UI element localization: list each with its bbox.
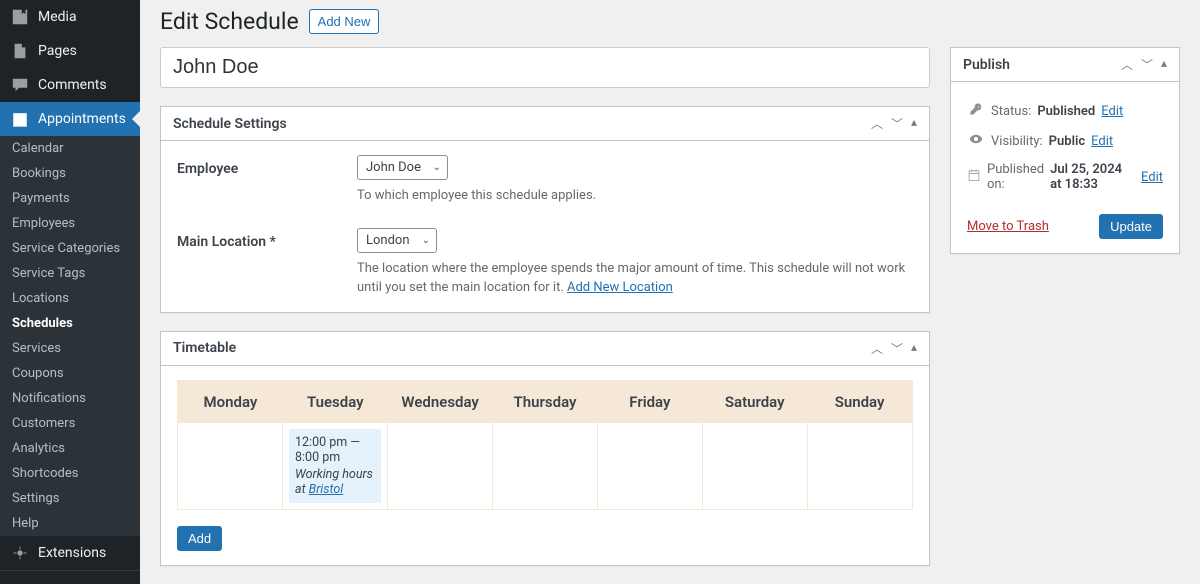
- comment-icon: [10, 75, 30, 95]
- move-up-icon[interactable]: ︿: [871, 340, 883, 357]
- main-content: Edit Schedule Add New Schedule Settings …: [140, 0, 1200, 584]
- move-up-icon[interactable]: ︿: [871, 115, 883, 132]
- add-timetable-button[interactable]: Add: [177, 526, 222, 551]
- main-location-desc: The location where the employee spends t…: [357, 259, 913, 298]
- sidebar-item-label: Media: [38, 9, 77, 25]
- sidebar-item-label: Pages: [38, 43, 77, 59]
- sidebar-sub-coupons[interactable]: Coupons: [0, 361, 140, 386]
- sidebar-item-label: Appointments: [38, 111, 126, 127]
- toggle-icon[interactable]: ▴: [911, 340, 917, 357]
- day-col-monday[interactable]: [178, 423, 282, 509]
- sidebar-item-label: Extensions: [38, 545, 106, 561]
- sidebar-sub-service-tags[interactable]: Service Tags: [0, 261, 140, 286]
- update-button[interactable]: Update: [1099, 214, 1163, 239]
- chevron-down-icon: ⌄: [422, 235, 430, 246]
- employee-label: Employee: [177, 155, 337, 177]
- edit-published-link[interactable]: Edit: [1141, 170, 1163, 185]
- day-col-sunday[interactable]: [807, 423, 912, 509]
- chevron-down-icon: ⌄: [433, 162, 441, 173]
- day-header: Sunday: [807, 381, 912, 423]
- schedule-settings-box: Schedule Settings ︿ ﹀ ▴ Employee John Do…: [160, 106, 930, 313]
- timetable-slot[interactable]: 12:00 pm — 8:00 pm Working hours at Bris…: [289, 429, 381, 503]
- toggle-icon[interactable]: ▴: [911, 115, 917, 132]
- slot-time: 12:00 pm — 8:00 pm: [295, 435, 375, 465]
- day-header: Wednesday: [388, 381, 493, 423]
- status-label: Status:: [991, 104, 1031, 119]
- sidebar-item-label: Comments: [38, 77, 107, 93]
- day-col-thursday[interactable]: [492, 423, 597, 509]
- publish-box: Publish ︿ ﹀ ▴ Status: Published Edi: [950, 47, 1180, 254]
- sidebar-sub-shortcodes[interactable]: Shortcodes: [0, 461, 140, 486]
- sidebar-sub-payments[interactable]: Payments: [0, 186, 140, 211]
- extension-icon: [10, 543, 30, 563]
- move-down-icon[interactable]: ﹀: [891, 115, 903, 132]
- box-title: Publish: [963, 57, 1010, 73]
- eye-icon: [967, 132, 985, 150]
- add-location-link[interactable]: Add New Location: [567, 280, 673, 295]
- day-header: Monday: [178, 381, 283, 423]
- main-location-label: Main Location *: [177, 228, 337, 250]
- page-icon: [10, 41, 30, 61]
- timetable-box: Timetable ︿ ﹀ ▴ Monday Tuesday Wednesday…: [160, 331, 930, 566]
- published-label: Published on:: [987, 162, 1044, 192]
- key-icon: [967, 102, 985, 120]
- sidebar-item-pages[interactable]: Pages: [0, 34, 140, 68]
- status-value: Published: [1037, 104, 1095, 119]
- admin-sidebar: Media Pages Comments Appointments Calend…: [0, 0, 140, 584]
- day-col-saturday[interactable]: [702, 423, 807, 509]
- visibility-label: Visibility:: [991, 134, 1043, 149]
- employee-desc: To which employee this schedule applies.: [357, 186, 913, 206]
- sidebar-sub-bookings[interactable]: Bookings: [0, 161, 140, 186]
- slot-location: Working hours at Bristol: [295, 467, 375, 497]
- sidebar-sub-help[interactable]: Help: [0, 511, 140, 536]
- add-new-button[interactable]: Add New: [309, 9, 380, 34]
- main-location-select[interactable]: London ⌄: [357, 228, 437, 253]
- slot-location-link[interactable]: Bristol: [309, 482, 344, 497]
- sidebar-sub-services[interactable]: Services: [0, 336, 140, 361]
- sidebar-sub-analytics[interactable]: Analytics: [0, 436, 140, 461]
- sidebar-item-extensions[interactable]: Extensions: [0, 536, 140, 570]
- timetable-table: Monday Tuesday Wednesday Thursday Friday…: [177, 380, 913, 510]
- move-down-icon[interactable]: ﹀: [1141, 56, 1153, 73]
- sidebar-item-media[interactable]: Media: [0, 0, 140, 34]
- day-col-friday[interactable]: [597, 423, 702, 509]
- visibility-value: Public: [1049, 134, 1085, 149]
- sidebar-sub-notifications[interactable]: Notifications: [0, 386, 140, 411]
- sidebar-sub-locations[interactable]: Locations: [0, 286, 140, 311]
- edit-status-link[interactable]: Edit: [1101, 104, 1123, 119]
- schedule-title-input[interactable]: [160, 47, 930, 88]
- sidebar-item-appointments[interactable]: Appointments: [0, 102, 140, 136]
- sidebar-sub-settings[interactable]: Settings: [0, 486, 140, 511]
- edit-visibility-link[interactable]: Edit: [1091, 134, 1113, 149]
- move-to-trash-link[interactable]: Move to Trash: [967, 219, 1049, 234]
- sidebar-sub-employees[interactable]: Employees: [0, 211, 140, 236]
- move-down-icon[interactable]: ﹀: [891, 340, 903, 357]
- sidebar-sub-service-categories[interactable]: Service Categories: [0, 236, 140, 261]
- box-title: Schedule Settings: [173, 116, 287, 132]
- sidebar-item-comments[interactable]: Comments: [0, 68, 140, 102]
- sidebar-sub-calendar[interactable]: Calendar: [0, 136, 140, 161]
- employee-select[interactable]: John Doe ⌄: [357, 155, 448, 180]
- main-location-select-value: London: [366, 233, 410, 248]
- move-up-icon[interactable]: ︿: [1121, 56, 1133, 73]
- box-title: Timetable: [173, 340, 236, 356]
- day-header: Thursday: [493, 381, 598, 423]
- day-header: Saturday: [702, 381, 807, 423]
- media-icon: [10, 7, 30, 27]
- page-title: Edit Schedule: [160, 8, 299, 35]
- toggle-icon[interactable]: ▴: [1161, 56, 1167, 73]
- sidebar-submenu: Calendar Bookings Payments Employees Ser…: [0, 136, 140, 536]
- day-header: Tuesday: [283, 381, 388, 423]
- day-col-tuesday[interactable]: 12:00 pm — 8:00 pm Working hours at Bris…: [282, 423, 387, 509]
- day-col-wednesday[interactable]: [387, 423, 492, 509]
- sidebar-item-appearance[interactable]: Appearance: [0, 575, 140, 584]
- employee-select-value: John Doe: [366, 160, 421, 175]
- published-value: Jul 25, 2024 at 18:33: [1050, 162, 1135, 192]
- sidebar-sub-schedules[interactable]: Schedules: [0, 311, 140, 336]
- calendar-icon: [10, 109, 30, 129]
- sidebar-sub-customers[interactable]: Customers: [0, 411, 140, 436]
- calendar-icon: [967, 168, 981, 186]
- day-header: Friday: [597, 381, 702, 423]
